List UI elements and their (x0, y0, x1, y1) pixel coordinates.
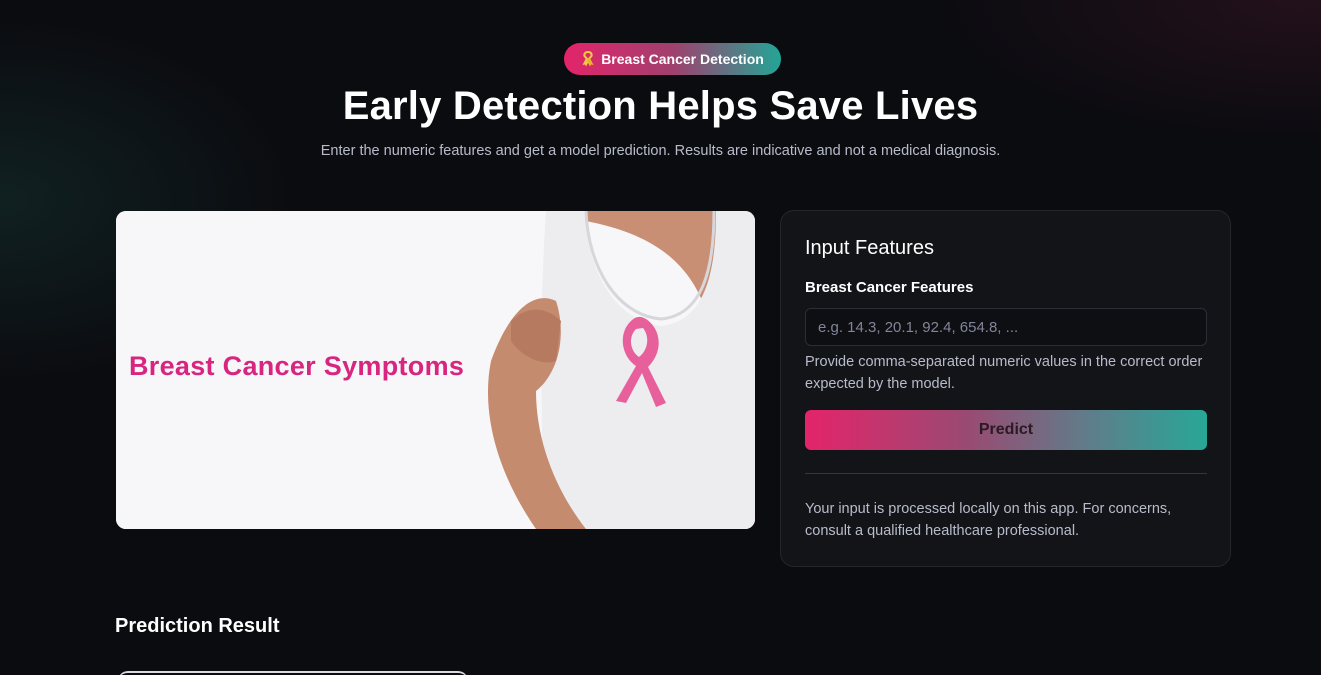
divider (805, 473, 1207, 474)
panel-title: Input Features (805, 237, 934, 259)
features-input[interactable] (805, 308, 1207, 346)
input-panel: Input Features Breast Cancer Features Pr… (780, 210, 1231, 567)
result-heading: Prediction Result (115, 615, 280, 637)
app-badge: Breast Cancer Detection (564, 43, 781, 75)
features-label: Breast Cancer Features (805, 279, 974, 296)
result-card (118, 671, 468, 675)
ribbon-icon (581, 50, 595, 67)
privacy-note: Your input is processed locally on this … (805, 501, 1172, 539)
image-caption: Breast Cancer Symptoms (129, 351, 465, 381)
page-title: Early Detection Helps Save Lives (342, 84, 979, 128)
hero-image: Breast Cancer Symptoms (116, 211, 755, 529)
input-hint: Provide comma-separated numeric values i… (805, 354, 1203, 392)
badge-label: Breast Cancer Detection (601, 51, 764, 67)
page-subtitle: Enter the numeric features and get a mod… (320, 143, 1001, 159)
predict-button[interactable]: Predict (805, 410, 1207, 450)
